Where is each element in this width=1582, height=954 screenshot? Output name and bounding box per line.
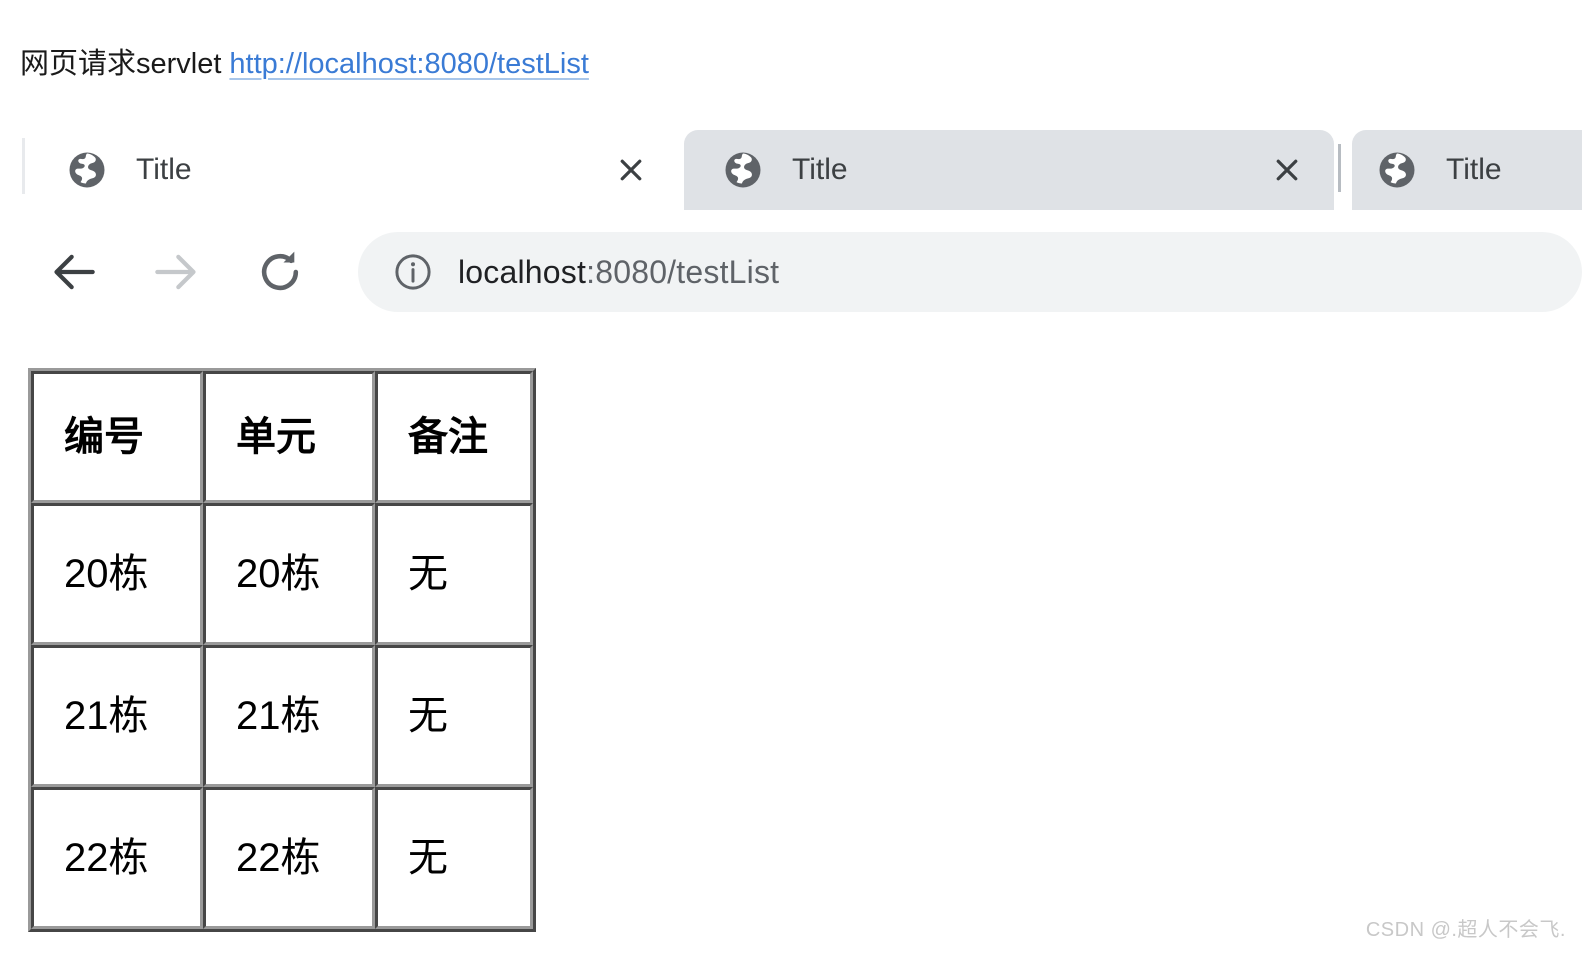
- browser-window: Title Title Title localhost:8080/testLis…: [0, 118, 1582, 431]
- cell-2-1: 22栋: [236, 836, 321, 880]
- table-cell: 无: [375, 645, 533, 787]
- browser-tab-2[interactable]: Title: [684, 130, 1334, 210]
- csdn-watermark: CSDN @.超人不会飞.: [1365, 919, 1566, 941]
- table-cell: 无: [375, 787, 533, 929]
- browser-toolbar: localhost:8080/testList: [0, 210, 1582, 431]
- table-cell: 21栋: [31, 645, 203, 787]
- cell-2-0: 22栋: [64, 836, 149, 880]
- unit-list-table: 编号 单元 备注 20栋 20栋 无 21栋 21栋 无 22栋 22栋 无: [28, 368, 536, 932]
- table-row: 21栋 21栋 无: [31, 645, 533, 787]
- reload-icon: [261, 251, 299, 291]
- url-host: localhost: [458, 253, 587, 290]
- header-label-1: 单元: [236, 415, 316, 459]
- globe-icon: [1379, 152, 1415, 188]
- tab-title-2: Title: [792, 153, 848, 186]
- table-header-row: 编号 单元 备注: [31, 371, 533, 503]
- table-cell: 无: [375, 503, 533, 645]
- table-cell: 22栋: [31, 787, 203, 929]
- cell-1-2: 无: [408, 694, 448, 738]
- table-cell: 21栋: [203, 645, 375, 787]
- table-header-cell: 单元: [203, 371, 375, 503]
- tab-close-button-2[interactable]: [1264, 147, 1310, 193]
- back-arrow-icon: [54, 254, 95, 290]
- forward-arrow-icon: [155, 254, 196, 290]
- globe-icon: [69, 152, 105, 188]
- table-header-cell: 编号: [31, 371, 203, 503]
- browser-tab-strip: Title Title Title: [0, 118, 1582, 210]
- header-label-2: 备注: [408, 415, 488, 459]
- tab-title-3: Title: [1446, 153, 1502, 186]
- url-path: :8080/testList: [586, 253, 780, 290]
- tab-strip-left-divider: [22, 138, 25, 194]
- page-heading: 网页请求servlet http://localhost:8080/testLis…: [20, 44, 589, 84]
- close-icon: [620, 159, 642, 181]
- table-body: 20栋 20栋 无 21栋 21栋 无 22栋 22栋 无: [31, 503, 533, 929]
- servlet-url-link[interactable]: http://localhost:8080/testList: [229, 48, 589, 80]
- cell-0-0: 20栋: [64, 552, 149, 596]
- table-cell: 22栋: [203, 787, 375, 929]
- address-bar-url: localhost:8080/testList: [458, 254, 779, 291]
- browser-tab-3[interactable]: Title: [1352, 130, 1582, 210]
- tab-close-button-1[interactable]: [608, 147, 654, 193]
- table-cell: 20栋: [31, 503, 203, 645]
- tab-separator: [1338, 144, 1341, 192]
- table-cell: 20栋: [203, 503, 375, 645]
- back-button[interactable]: [38, 236, 110, 308]
- tab-title-1: Title: [136, 153, 192, 186]
- reload-button[interactable]: [244, 236, 316, 308]
- info-circle-icon[interactable]: [392, 251, 434, 293]
- cell-1-1: 21栋: [236, 694, 321, 738]
- forward-button[interactable]: [140, 236, 212, 308]
- address-bar[interactable]: localhost:8080/testList: [358, 232, 1582, 312]
- cell-2-2: 无: [408, 836, 448, 880]
- browser-tab-1[interactable]: Title: [28, 130, 678, 210]
- table-row: 20栋 20栋 无: [31, 503, 533, 645]
- cell-1-0: 21栋: [64, 694, 149, 738]
- table-header-cell: 备注: [375, 371, 533, 503]
- globe-icon: [725, 152, 761, 188]
- header-label-0: 编号: [64, 415, 144, 459]
- browser-viewport: 编号 单元 备注 20栋 20栋 无 21栋 21栋 无 22栋 22栋 无: [0, 344, 1582, 954]
- close-icon: [1276, 159, 1298, 181]
- table-head: 编号 单元 备注: [31, 371, 533, 503]
- heading-label: 网页请求servlet: [20, 48, 222, 80]
- table-row: 22栋 22栋 无: [31, 787, 533, 929]
- cell-0-1: 20栋: [236, 552, 321, 596]
- cell-0-2: 无: [408, 552, 448, 596]
